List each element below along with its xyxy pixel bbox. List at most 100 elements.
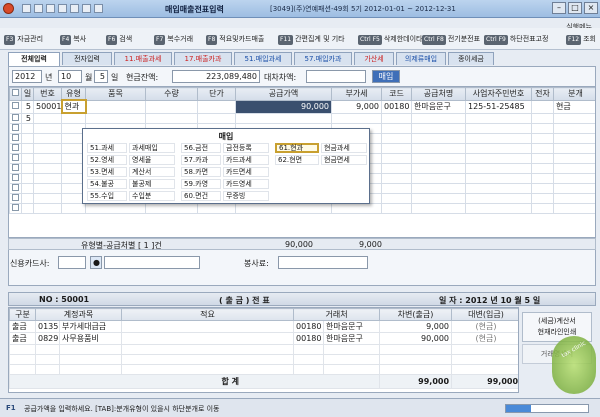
popup-option-label[interactable]: 계산서	[129, 167, 175, 177]
popup-option-label[interactable]: 현금과세	[321, 143, 367, 153]
cell-journal[interactable]: 현금	[553, 99, 595, 114]
popup-option-code[interactable]: 57.카과	[181, 155, 221, 165]
tab-purchase-tax[interactable]: 51.매입과세	[234, 52, 292, 65]
day-input[interactable]: 5	[94, 70, 108, 83]
slip-row[interactable]: 출금 0135 부가세대급금 00180 한마음문구 9,000 (현금)	[9, 320, 518, 333]
slip-account-code[interactable]: 0135	[35, 320, 60, 333]
table-row[interactable]	[9, 202, 595, 214]
quick-menu-icon[interactable]	[70, 4, 79, 13]
popup-option-code[interactable]: 53.면세	[87, 167, 127, 177]
toolbar-item-fund[interactable]: F3 자금관리	[4, 32, 43, 46]
tab-deemed[interactable]: 의제류매입	[396, 52, 446, 65]
slip-kind[interactable]: 출금	[9, 320, 36, 333]
popup-option-code[interactable]: 54.불공	[87, 179, 127, 189]
cell-code[interactable]: 00180	[381, 99, 412, 114]
popup-option-label[interactable]: 현금면세	[321, 155, 367, 165]
popup-option-code[interactable]: 55.수입	[87, 191, 127, 201]
table-row[interactable]: 5 50001 현과 90,000 9,000 00180 한마음문구 125-…	[9, 99, 595, 114]
popup-option-code-selected[interactable]: 61.현과	[275, 143, 319, 153]
popup-option-label[interactable]: 수입분	[129, 191, 175, 201]
toolbar-item-deleted[interactable]: Ctrl F5 삭제한데이타	[358, 32, 423, 46]
tab-paper-tax[interactable]: 종이세금	[448, 52, 494, 65]
toolbar-item-copy[interactable]: F4 복사	[60, 32, 86, 46]
slip-vendor-code[interactable]: 00180	[293, 320, 325, 333]
slip-row[interactable]	[9, 364, 518, 375]
popup-option-label[interactable]: 영세율	[129, 155, 175, 165]
card-name-input[interactable]	[104, 256, 200, 269]
card-code-input[interactable]	[58, 256, 86, 269]
close-button[interactable]: ×	[584, 2, 598, 14]
cell-supply[interactable]: 90,000	[235, 99, 332, 114]
tab-sales-card[interactable]: 17.매출카과	[174, 52, 232, 65]
tab-sales-tax[interactable]: 11.매출과세	[114, 52, 172, 65]
service-fee-input[interactable]	[278, 256, 368, 269]
popup-option-label[interactable]: 무증빙	[223, 191, 269, 201]
cell-type[interactable]: 현과	[60, 99, 87, 114]
tab-penalty[interactable]: 가산세	[354, 52, 394, 65]
toolbar-item-query[interactable]: F12 조회	[566, 32, 596, 46]
slip-vendor-name[interactable]: 한마음문구	[323, 320, 381, 333]
quick-search-icon[interactable]	[46, 4, 55, 13]
toolbar-item-search[interactable]: F6 검색	[106, 32, 132, 46]
popup-option-code[interactable]: 51.과세	[87, 143, 127, 153]
toolbar-item-memo[interactable]: F8 적요및카드매출	[206, 32, 264, 46]
minimize-button[interactable]: –	[552, 2, 566, 14]
popup-option-label[interactable]: 과세매입	[129, 143, 175, 153]
quick-save-icon[interactable]	[22, 4, 31, 13]
slip-account-name[interactable]: 사무용품비	[58, 332, 123, 345]
popup-option-label[interactable]: 카드영세	[223, 179, 269, 189]
cell-electronic[interactable]	[531, 99, 554, 114]
popup-option-label[interactable]: 금전등록	[223, 143, 269, 153]
quick-copy-icon[interactable]	[58, 4, 67, 13]
popup-option-code[interactable]: 60.면건	[181, 191, 221, 201]
cell-day[interactable]: 5	[21, 112, 34, 124]
slip-memo[interactable]	[121, 320, 295, 333]
slip-kind[interactable]: 출금	[9, 332, 36, 345]
slip-vendor-code[interactable]: 00180	[293, 332, 325, 345]
popup-option-code[interactable]: 62.현면	[275, 155, 319, 165]
tab-all[interactable]: 전체입력	[8, 52, 60, 66]
row-check[interactable]	[9, 99, 22, 114]
cell-bizno[interactable]: 125-51-25485	[465, 99, 532, 114]
month-input[interactable]: 10	[58, 70, 82, 83]
cell-price[interactable]	[197, 99, 236, 114]
popup-option-label[interactable]: 카드면세	[223, 167, 269, 177]
toolbar-item-fix[interactable]: Ctrl F9 하단전표고정	[484, 32, 549, 46]
cell-number[interactable]: 50001	[33, 99, 62, 114]
slip-account-name[interactable]: 부가세대급금	[58, 320, 123, 333]
cell-item[interactable]	[85, 99, 146, 114]
popup-option-label[interactable]: 카드과세	[223, 155, 269, 165]
quick-print-icon[interactable]	[34, 4, 43, 13]
cell-day[interactable]: 5	[21, 99, 34, 114]
table-row[interactable]: 5	[9, 112, 595, 124]
slip-row[interactable]: 출금 0829 사무용품비 00180 한마음문구 90,000 (현금)	[9, 332, 518, 345]
cell-vat[interactable]: 9,000	[331, 99, 382, 114]
toolbar-item-multi[interactable]: F7 복수거래	[154, 32, 193, 46]
toolbar-item-prior[interactable]: Ctrl F8 전기분전표	[422, 32, 480, 46]
quick-close-icon[interactable]	[94, 4, 103, 13]
popup-option-code[interactable]: 59.카영	[181, 179, 221, 189]
popup-option-code[interactable]: 52.영세	[87, 155, 127, 165]
maximize-button[interactable]: □	[568, 2, 582, 14]
popup-option-code[interactable]: 58.카면	[181, 167, 221, 177]
slip-vendor-name[interactable]: 한마음문구	[323, 332, 381, 345]
purchase-button[interactable]: 매입	[372, 70, 400, 83]
cell-qty[interactable]	[145, 99, 198, 114]
quick-help-icon[interactable]	[82, 4, 91, 13]
popup-option-code[interactable]: 56.금전	[181, 143, 221, 153]
cell-vendor[interactable]: 한마음문구	[411, 99, 466, 114]
tab-electronic[interactable]: 전자입력	[62, 52, 112, 65]
slip-debit[interactable]: 9,000	[379, 320, 453, 333]
popup-option-label[interactable]: 불공제	[129, 179, 175, 189]
slip-account-code[interactable]: 0829	[35, 332, 60, 345]
slip-debit[interactable]: 90,000	[379, 332, 453, 345]
row-check[interactable]	[9, 112, 22, 124]
year-input[interactable]: 2012	[12, 70, 42, 83]
slip-credit[interactable]: (현금)	[451, 332, 518, 345]
slip-credit[interactable]: (현금)	[451, 320, 518, 333]
slip-row[interactable]	[9, 354, 518, 365]
toolbar-item-summary[interactable]: F11 간편집계 및 기타	[278, 32, 345, 46]
card-lookup-icon[interactable]: ●	[90, 256, 102, 269]
slip-row[interactable]	[9, 344, 518, 355]
tab-purchase-card[interactable]: 57.매입카과	[294, 52, 352, 65]
